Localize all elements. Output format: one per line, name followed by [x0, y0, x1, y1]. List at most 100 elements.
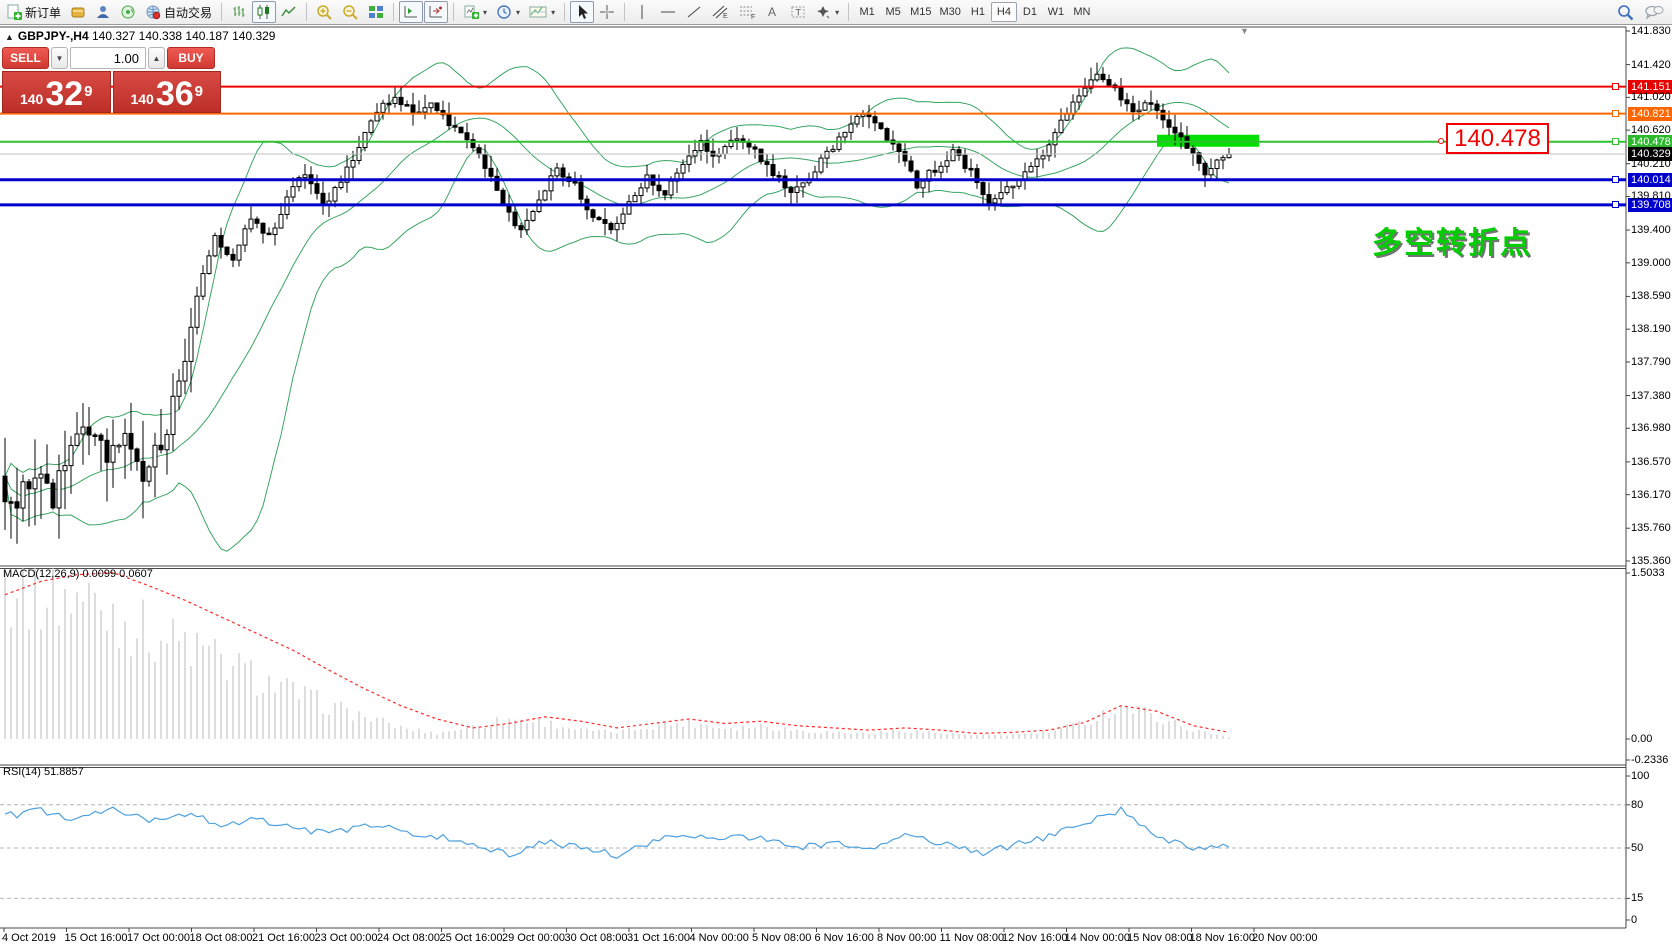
candle-body — [363, 132, 367, 147]
sell-price-display[interactable]: 140 32 9 — [2, 71, 111, 113]
candle-body — [225, 247, 229, 254]
candle-body — [969, 168, 973, 170]
bollinger-band — [5, 102, 1229, 496]
macd-indicator-label: MACD(12,26,9) 0.0099 0.0607 — [3, 568, 153, 580]
arrows-button[interactable]: ▾ — [811, 1, 843, 23]
level-handle[interactable] — [1612, 110, 1619, 117]
toolbar-separator — [306, 3, 307, 21]
candle-body — [231, 254, 235, 260]
autotrading-button[interactable]: 自动交易 — [141, 1, 216, 23]
time-axis-label: 20 Nov 00:00 — [1252, 932, 1317, 944]
buy-price-display[interactable]: 140 36 9 — [113, 71, 222, 113]
timeframe-button-w1[interactable]: W1 — [1043, 2, 1069, 22]
timeframe-button-d1[interactable]: D1 — [1017, 2, 1043, 22]
candle-body — [657, 185, 661, 190]
level-handle[interactable] — [1612, 176, 1619, 183]
candle-body — [693, 151, 697, 156]
trendline-button[interactable] — [682, 1, 706, 23]
auto-scroll-button[interactable] — [399, 1, 423, 23]
candle-body — [1023, 172, 1027, 179]
candle-body — [939, 166, 943, 172]
price-callout-box[interactable]: 140.478 — [1446, 123, 1549, 154]
chat-icon[interactable] — [1644, 4, 1664, 20]
candle-body — [543, 191, 547, 200]
price-axis-label: 141.020 — [1631, 91, 1672, 103]
level-handle[interactable] — [1612, 83, 1619, 90]
time-axis-label: 29 Oct 00:00 — [502, 932, 565, 944]
volume-input[interactable]: 1.00 — [70, 47, 146, 69]
candle-body — [885, 129, 889, 140]
collapse-arrow-icon[interactable]: ▲ — [5, 32, 14, 42]
timeframe-button-mn[interactable]: MN — [1069, 2, 1095, 22]
line-chart-button[interactable] — [277, 1, 301, 23]
chart-shift-marker[interactable]: ▼ — [1240, 26, 1249, 36]
level-handle[interactable] — [1612, 138, 1619, 145]
zoom-in-button[interactable] — [312, 1, 337, 23]
candlestick-chart-icon — [256, 4, 272, 20]
symbol-ohlc: 140.327 140.338 140.187 140.329 — [92, 29, 276, 43]
text-button[interactable]: A — [761, 1, 785, 23]
indicators-button[interactable]: ▾ — [459, 1, 491, 23]
fibonacci-button[interactable]: F — [734, 1, 760, 23]
candle-body — [141, 461, 145, 481]
candle-body — [339, 182, 343, 187]
timeframe-button-m5[interactable]: M5 — [880, 2, 906, 22]
tile-windows-button[interactable] — [364, 1, 388, 23]
candle-body — [663, 191, 667, 195]
timeframe-button-h4[interactable]: H4 — [991, 2, 1017, 22]
chart-annotation-text[interactable]: 多空转折点 — [1372, 218, 1532, 262]
community-button[interactable] — [91, 1, 115, 23]
text-label-button[interactable]: T — [786, 1, 810, 23]
candle-body — [303, 175, 307, 178]
search-icon[interactable] — [1617, 4, 1634, 21]
macd-signal-line — [5, 573, 1229, 734]
price-axis-label: 136.170 — [1631, 489, 1672, 501]
candlestick-chart-button[interactable] — [252, 1, 276, 23]
zoom-out-button[interactable] — [338, 1, 363, 23]
templates-button[interactable]: ▾ — [525, 1, 559, 23]
signals-button[interactable] — [116, 1, 140, 23]
candle-body — [63, 466, 67, 471]
candle-body — [1077, 96, 1081, 102]
candle-body — [183, 361, 187, 381]
level-handle[interactable] — [1612, 201, 1619, 208]
timeframe-button-m1[interactable]: M1 — [854, 2, 880, 22]
periods-button[interactable]: ▾ — [492, 1, 524, 23]
candle-body — [723, 147, 727, 154]
candle-body — [525, 220, 529, 229]
horizontal-line-button[interactable] — [655, 1, 681, 23]
market-watch-button[interactable] — [66, 1, 90, 23]
candle-body — [789, 188, 793, 193]
buy-button[interactable]: BUY — [167, 47, 215, 69]
candle-body — [1155, 104, 1159, 110]
candle-body — [621, 214, 625, 223]
candle-body — [735, 139, 739, 141]
bar-chart-button[interactable] — [227, 1, 251, 23]
sell-button[interactable]: SELL — [2, 47, 49, 69]
candle-body — [315, 184, 319, 194]
candle-body — [57, 471, 61, 508]
candle-body — [633, 196, 637, 202]
chart-shift-button[interactable] — [424, 1, 448, 23]
new-order-button[interactable]: 新订单 — [2, 1, 65, 23]
timeframe-button-m15[interactable]: M15 — [906, 2, 935, 22]
price-axis-label: 139.810 — [1631, 190, 1672, 202]
candle-body — [321, 193, 325, 204]
price-axis-label: 137.380 — [1631, 390, 1672, 402]
price-level-tag: 140.821 — [1628, 107, 1672, 121]
chart-window[interactable]: ▲GBPJPY-,H4 140.327 140.338 140.187 140.… — [0, 26, 1672, 949]
time-axis-label: 11 Nov 08:00 — [940, 932, 1005, 944]
candle-body — [1161, 110, 1165, 120]
vertical-line-button[interactable] — [630, 1, 654, 23]
time-axis-label: 23 Oct 00:00 — [315, 932, 378, 944]
volume-down-button[interactable]: ▼ — [51, 47, 68, 69]
cursor-button[interactable] — [570, 1, 594, 23]
volume-up-button[interactable]: ▲ — [148, 47, 165, 69]
crosshair-button[interactable] — [595, 1, 619, 23]
toolbar-separator — [453, 3, 454, 21]
equidistant-channel-button[interactable]: E — [707, 1, 733, 23]
sell-price-sup: 9 — [84, 75, 92, 109]
timeframe-button-m30[interactable]: M30 — [936, 2, 965, 22]
candle-body — [1065, 114, 1069, 120]
timeframe-button-h1[interactable]: H1 — [965, 2, 991, 22]
